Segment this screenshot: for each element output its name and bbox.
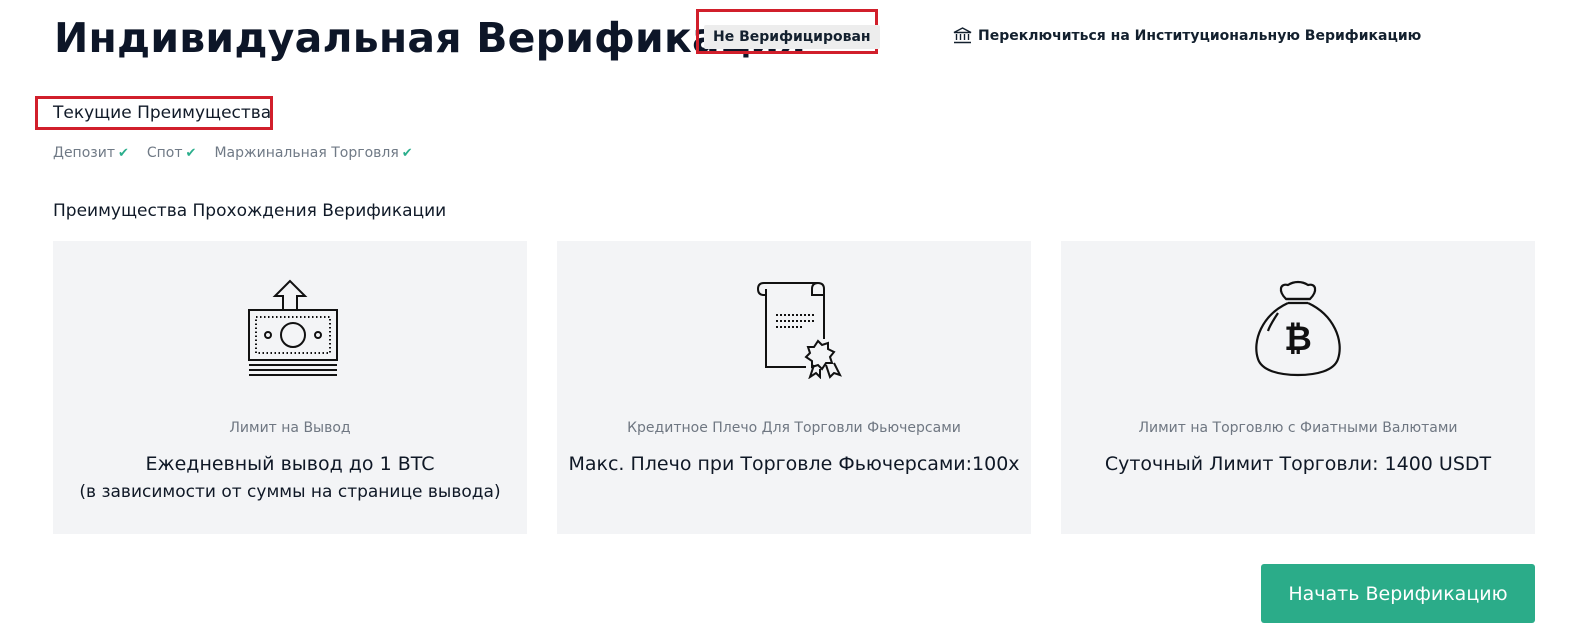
certificate-icon xyxy=(757,282,842,379)
card-value: Суточный Лимит Торговли: 1400 USDT xyxy=(1104,453,1492,475)
benefit-card-leverage: Кредитное Плечо Для Торговли Фьючерсами … xyxy=(557,241,1031,534)
verification-benefits-title: Преимущества Прохождения Верификации xyxy=(53,201,447,221)
switch-link-label[interactable]: Переключиться на Институциональную Вериф… xyxy=(978,28,1421,44)
current-benefit-label: Депозит xyxy=(53,145,115,161)
card-value: Ежедневный вывод до 1 BTC xyxy=(145,453,435,475)
current-benefits-title: Текущие Преимущества xyxy=(53,103,272,123)
benefit-cards: Лимит на Вывод Ежедневный вывод до 1 BTC… xyxy=(53,241,1535,534)
bank-icon xyxy=(953,27,972,44)
page-title: Индивидуальная Верификация xyxy=(54,14,806,62)
current-benefits-list: Депозит ✔ Спот ✔ Маржинальная Торговля ✔ xyxy=(53,145,431,161)
benefit-card-withdraw: Лимит на Вывод Ежедневный вывод до 1 BTC… xyxy=(53,241,527,534)
current-benefit-spot: Спот ✔ xyxy=(147,145,197,161)
withdraw-money-icon xyxy=(248,279,338,376)
svg-text:₿: ₿ xyxy=(1284,319,1312,359)
current-benefit-deposit: Депозит ✔ xyxy=(53,145,129,161)
benefit-card-fiat: ₿ Лимит на Торговлю с Фиатными Валютами … xyxy=(1061,241,1535,534)
current-benefit-margin: Маржинальная Торговля ✔ xyxy=(214,145,412,161)
card-label: Кредитное Плечо Для Торговли Фьючерсами xyxy=(627,420,961,436)
card-note: (в зависимости от суммы на странице выво… xyxy=(79,482,501,502)
start-verification-button[interactable]: Начать Верификацию xyxy=(1261,564,1535,623)
check-icon: ✔ xyxy=(117,145,129,161)
check-icon: ✔ xyxy=(401,145,413,161)
card-label: Лимит на Вывод xyxy=(229,420,351,436)
switch-institutional-link[interactable]: Переключиться на Институциональную Вериф… xyxy=(953,27,1421,44)
card-value: Макс. Плечо при Торговле Фьючерсами:100x xyxy=(568,453,1020,475)
card-label: Лимит на Торговлю с Фиатными Валютами xyxy=(1138,420,1458,436)
current-benefit-label: Маржинальная Торговля xyxy=(214,145,399,161)
status-badge: Не Верифицирован xyxy=(704,25,880,49)
bitcoin-bag-icon: ₿ xyxy=(1255,280,1341,377)
check-icon: ✔ xyxy=(185,145,197,161)
current-benefit-label: Спот xyxy=(146,145,183,161)
